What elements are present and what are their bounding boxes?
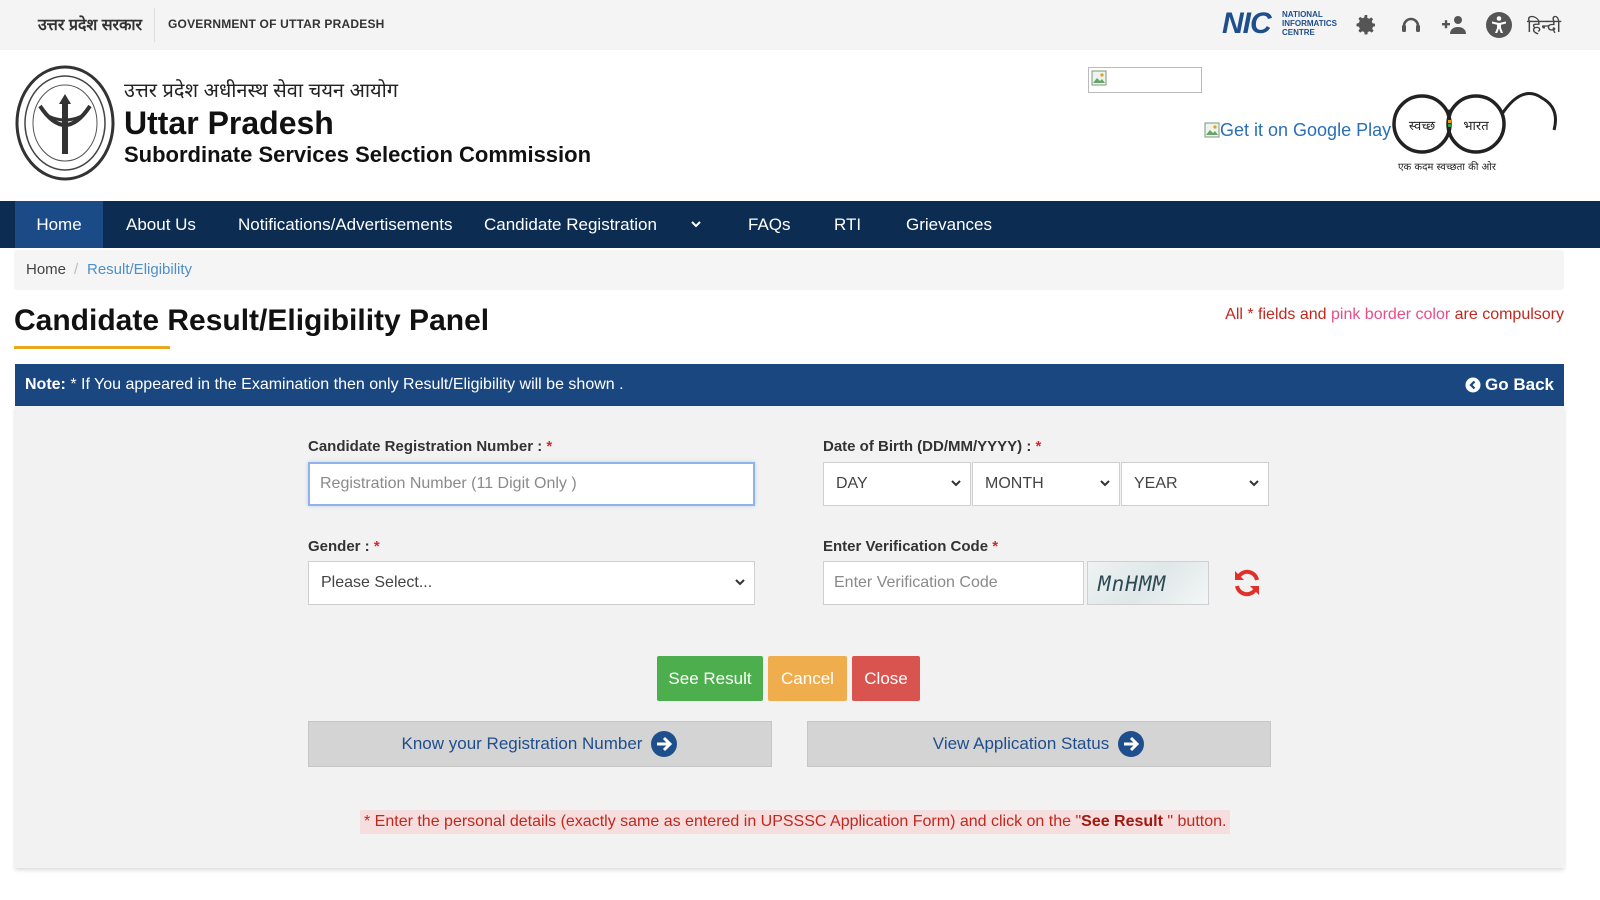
dob-label: Date of Birth (DD/MM/YYYY) : * xyxy=(823,438,1041,455)
org-subtitle: Subordinate Services Selection Commissio… xyxy=(124,142,592,167)
gender-label: Gender : * xyxy=(308,538,380,555)
broken-image-icon xyxy=(1091,70,1107,86)
required-mark: * xyxy=(1035,438,1042,455)
dob-year-value: YEAR xyxy=(1134,475,1178,492)
org-name: Uttar Pradesh xyxy=(124,105,334,141)
gender-label-text: Gender : xyxy=(308,538,374,555)
know-registration-number-label: Know your Registration Number xyxy=(401,734,643,753)
nic-logo-text: NIC xyxy=(1222,7,1272,40)
required-mark: * xyxy=(992,538,999,555)
swachh-bharat-logo: स्वच्छ भारत एक कदम स्वच्छता की ओर xyxy=(1392,92,1557,173)
reg-number-label-text: Candidate Registration Number : xyxy=(308,438,547,455)
compulsory-notice: All * fields and pink border color are c… xyxy=(1225,306,1564,324)
breadcrumb: Home / Result/Eligibility xyxy=(14,250,1564,290)
chevron-down-icon xyxy=(1099,463,1111,505)
broken-image-icon xyxy=(1204,122,1220,138)
chevron-down-icon xyxy=(1248,463,1260,505)
nav-home[interactable]: Home xyxy=(15,201,103,248)
up-emblem-logo xyxy=(15,65,115,181)
compulsory-notice-post: are compulsory xyxy=(1450,306,1564,323)
verify-code-label: Enter Verification Code * xyxy=(823,538,998,555)
chevron-left-circle-icon xyxy=(1465,377,1481,393)
nav-candidate-registration[interactable]: Candidate Registration xyxy=(484,201,657,248)
arrow-right-circle-icon xyxy=(1118,731,1145,757)
go-back-label: Go Back xyxy=(1485,375,1554,394)
footnote-bold: See Result xyxy=(1081,813,1163,830)
accessibility-icon[interactable] xyxy=(1484,10,1514,40)
note-label: Note: xyxy=(25,376,66,393)
see-result-button[interactable]: See Result xyxy=(657,656,763,701)
dob-day-value: DAY xyxy=(836,475,868,492)
required-mark: * xyxy=(373,538,380,555)
note-bar: Note: * If You appeared in the Examinati… xyxy=(15,364,1564,406)
arrow-right-circle-icon xyxy=(651,731,678,757)
gender-select[interactable]: Please Select... xyxy=(308,561,755,605)
dob-month-select[interactable]: MONTH xyxy=(972,462,1120,506)
view-application-status-button[interactable]: View Application Status xyxy=(807,721,1271,767)
breadcrumb-home[interactable]: Home xyxy=(26,261,66,278)
swachh-left-text: स्वच्छ xyxy=(1409,119,1436,134)
form-panel xyxy=(15,406,1564,868)
reg-number-label: Candidate Registration Number : * xyxy=(308,438,552,455)
headset-icon[interactable] xyxy=(1396,10,1426,40)
google-play-link[interactable]: Get it on Google Play xyxy=(1204,120,1391,141)
reg-number-input[interactable] xyxy=(308,462,755,506)
footnote-post: " button. xyxy=(1162,813,1227,830)
dob-day-select[interactable]: DAY xyxy=(823,462,971,506)
swachh-tagline: एक कदम स्वच्छता की ओर xyxy=(1398,161,1497,173)
gender-value: Please Select... xyxy=(321,574,433,591)
page-title: Candidate Result/Eligibility Panel xyxy=(14,304,490,337)
hindi-language-link[interactable]: हिन्दी xyxy=(1527,14,1561,38)
org-name-hindi: उत्तर प्रदेश अधीनस्थ सेवा चयन आयोग xyxy=(124,80,399,102)
nic-logo-fullname: NATIONAL INFORMATICS CENTRE xyxy=(1282,10,1337,37)
nav-grievances[interactable]: Grievances xyxy=(906,201,992,248)
dob-year-select[interactable]: YEAR xyxy=(1121,462,1269,506)
footnote-pre: * Enter the personal details (exactly sa… xyxy=(364,813,1082,830)
gov-name-english: GOVERNMENT OF UTTAR PRADESH xyxy=(168,17,385,31)
captcha-image: MnHMM xyxy=(1087,561,1209,605)
know-registration-number-button[interactable]: Know your Registration Number xyxy=(308,721,772,767)
verify-code-label-text: Enter Verification Code xyxy=(823,538,993,555)
cancel-button[interactable]: Cancel xyxy=(768,656,847,701)
gear-icon[interactable] xyxy=(1351,10,1381,40)
dob-label-text: Date of Birth (DD/MM/YYYY) : xyxy=(823,438,1036,455)
nav-faqs[interactable]: FAQs xyxy=(748,201,791,248)
compulsory-notice-pre: All * fields and xyxy=(1225,306,1331,323)
breadcrumb-separator: / xyxy=(74,261,79,278)
divider xyxy=(154,8,155,42)
view-application-status-label: View Application Status xyxy=(932,734,1110,753)
note-text: Note: * If You appeared in the Examinati… xyxy=(25,376,624,394)
verify-code-input[interactable] xyxy=(823,561,1084,605)
chevron-down-icon xyxy=(950,463,962,505)
broken-image-placeholder xyxy=(1088,67,1202,93)
title-underline xyxy=(14,346,170,349)
chevron-down-icon[interactable] xyxy=(690,201,702,248)
top-strip: उत्तर प्रदेश सरकार GOVERNMENT OF UTTAR P… xyxy=(0,0,1600,50)
instruction-footnote: * Enter the personal details (exactly sa… xyxy=(360,810,1231,834)
dob-month-value: MONTH xyxy=(985,475,1044,492)
gov-name-hindi: उत्तर प्रदेश सरकार xyxy=(38,17,143,34)
go-back-button[interactable]: Go Back xyxy=(1465,375,1554,395)
close-button[interactable]: Close xyxy=(852,656,920,701)
chevron-down-icon xyxy=(734,562,746,604)
required-mark: * xyxy=(546,438,553,455)
nav-rti[interactable]: RTI xyxy=(834,201,861,248)
note-message: * If You appeared in the Examination the… xyxy=(65,376,624,393)
nav-notifications[interactable]: Notifications/Advertisements xyxy=(238,201,452,248)
site-header: उत्तर प्रदेश अधीनस्थ सेवा चयन आयोग Uttar… xyxy=(0,50,1600,201)
nav-about-us[interactable]: About Us xyxy=(126,201,196,248)
swachh-right-text: भारत xyxy=(1463,119,1489,134)
add-user-icon[interactable] xyxy=(1440,10,1470,40)
compulsory-notice-pink: pink border color xyxy=(1331,306,1451,323)
refresh-icon[interactable] xyxy=(1231,567,1263,599)
breadcrumb-current: Result/Eligibility xyxy=(87,261,193,278)
main-nav: Home About Us Notifications/Advertisemen… xyxy=(0,201,1600,248)
google-play-alt-text: Get it on Google Play xyxy=(1220,120,1392,140)
